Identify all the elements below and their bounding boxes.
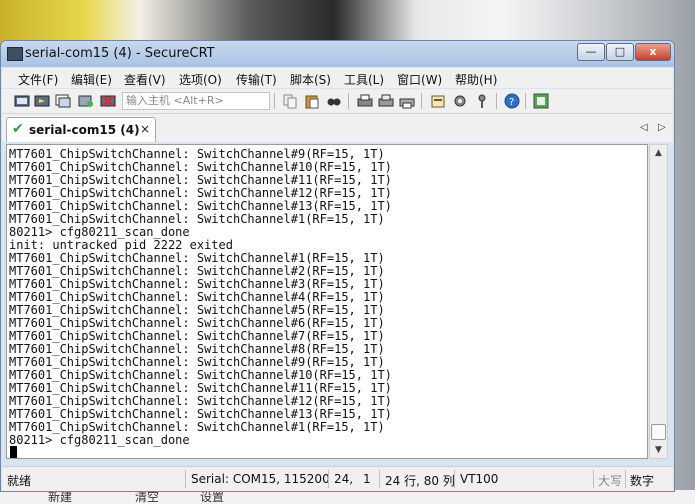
host-input[interactable]: 输入主机 <Alt+R> bbox=[122, 92, 270, 110]
status-separator bbox=[593, 470, 594, 488]
toolbar-separator bbox=[421, 93, 422, 109]
quick-connect-icon[interactable] bbox=[34, 93, 50, 109]
status-connection: Serial: COM15, 115200 bbox=[191, 472, 330, 486]
close-button[interactable]: x bbox=[635, 43, 671, 61]
help-icon[interactable]: ? bbox=[504, 93, 520, 109]
status-ready: 就绪 bbox=[7, 474, 32, 488]
status-separator bbox=[379, 470, 380, 488]
paste-icon[interactable] bbox=[304, 93, 320, 109]
status-size: 24 行, 80 列 bbox=[385, 474, 455, 488]
toolbar-separator bbox=[525, 93, 526, 109]
menu-file[interactable]: 文件(F) bbox=[18, 71, 58, 88]
connected-check-icon: ✔ bbox=[12, 121, 24, 137]
scroll-up-icon[interactable]: ▲ bbox=[650, 145, 667, 161]
status-caps: 大写 bbox=[598, 474, 623, 488]
background-app-strip: 新建 清空 设置 bbox=[0, 490, 695, 504]
toolbar: 输入主机 <Alt+R> ? bbox=[2, 89, 673, 114]
status-num: 数字 bbox=[630, 474, 655, 488]
toolbar-separator bbox=[348, 93, 349, 109]
toolbar-separator bbox=[496, 93, 497, 109]
copy-icon[interactable] bbox=[282, 93, 298, 109]
app-icon bbox=[7, 47, 23, 61]
terminal-output[interactable]: MT7601_ChipSwitchChannel: SwitchChannel#… bbox=[6, 144, 648, 459]
scrollbar-thumb[interactable] bbox=[651, 424, 666, 440]
tab-serial-com15[interactable]: ✔ serial-com15 (4) × bbox=[6, 117, 156, 142]
menu-tools[interactable]: 工具(L) bbox=[344, 71, 384, 88]
settings-label[interactable]: 设置 bbox=[200, 490, 224, 504]
window-title: serial-com15 (4) - SecureCRT bbox=[25, 46, 215, 61]
clear-label[interactable]: 清空 bbox=[135, 490, 159, 504]
menu-help[interactable]: 帮助(H) bbox=[455, 71, 497, 88]
toolbar-separator bbox=[274, 93, 275, 109]
global-options-icon[interactable] bbox=[452, 93, 468, 109]
tab-label: serial-com15 (4) bbox=[29, 123, 140, 137]
keymap-icon[interactable] bbox=[474, 93, 490, 109]
minimize-button[interactable]: — bbox=[577, 43, 605, 61]
vertical-scrollbar[interactable]: ▲ ▼ bbox=[649, 144, 668, 459]
scroll-down-icon[interactable]: ▼ bbox=[650, 442, 667, 458]
disconnect-icon[interactable] bbox=[100, 93, 116, 109]
status-separator bbox=[454, 470, 455, 488]
menu-transfer[interactable]: 传输(T) bbox=[236, 71, 277, 88]
print-setup-icon[interactable] bbox=[357, 93, 373, 109]
terminal-cursor bbox=[10, 446, 17, 458]
terminal-line: 80211> cfg80211_scan_done bbox=[9, 433, 190, 447]
svg-text:?: ? bbox=[509, 97, 514, 108]
menu-options[interactable]: 选项(O) bbox=[179, 71, 222, 88]
print-selection-icon[interactable] bbox=[378, 93, 394, 109]
sftp-icon[interactable] bbox=[533, 93, 549, 109]
tab-scroll-left-icon[interactable]: ◁ bbox=[640, 122, 648, 133]
status-emulation: VT100 bbox=[460, 472, 499, 486]
menu-bar: 文件(F) 编辑(E) 查看(V) 选项(O) 传输(T) 脚本(S) 工具(L… bbox=[2, 68, 673, 88]
tab-scroll-right-icon[interactable]: ▷ bbox=[658, 122, 666, 133]
session-options-icon[interactable] bbox=[430, 93, 446, 109]
menu-view[interactable]: 查看(V) bbox=[124, 71, 166, 88]
connect-tab-icon[interactable] bbox=[55, 93, 71, 109]
find-icon[interactable] bbox=[326, 93, 342, 109]
connect-icon[interactable] bbox=[14, 93, 30, 109]
new-label[interactable]: 新建 bbox=[48, 490, 72, 504]
securecrt-window: serial-com15 (4) - SecureCRT — □ x 文件(F)… bbox=[0, 40, 675, 492]
menu-window[interactable]: 窗口(W) bbox=[397, 71, 442, 88]
tab-close-icon[interactable]: × bbox=[140, 122, 150, 136]
status-separator bbox=[625, 470, 626, 488]
menu-edit[interactable]: 编辑(E) bbox=[71, 71, 112, 88]
print-icon[interactable] bbox=[399, 93, 415, 109]
menu-script[interactable]: 脚本(S) bbox=[290, 71, 331, 88]
tab-bar: ✔ serial-com15 (4) × ◁ ▷ bbox=[2, 114, 673, 142]
status-bar: 就绪 Serial: COM15, 115200 24, 1 24 行, 80 … bbox=[2, 466, 673, 491]
status-separator bbox=[328, 470, 329, 488]
reconnect-icon[interactable] bbox=[78, 93, 94, 109]
maximize-button[interactable]: □ bbox=[606, 43, 634, 61]
status-col: 1 bbox=[363, 472, 371, 486]
status-row: 24, bbox=[334, 472, 354, 486]
title-bar[interactable]: serial-com15 (4) - SecureCRT — □ x bbox=[1, 41, 674, 67]
status-separator bbox=[185, 470, 186, 488]
